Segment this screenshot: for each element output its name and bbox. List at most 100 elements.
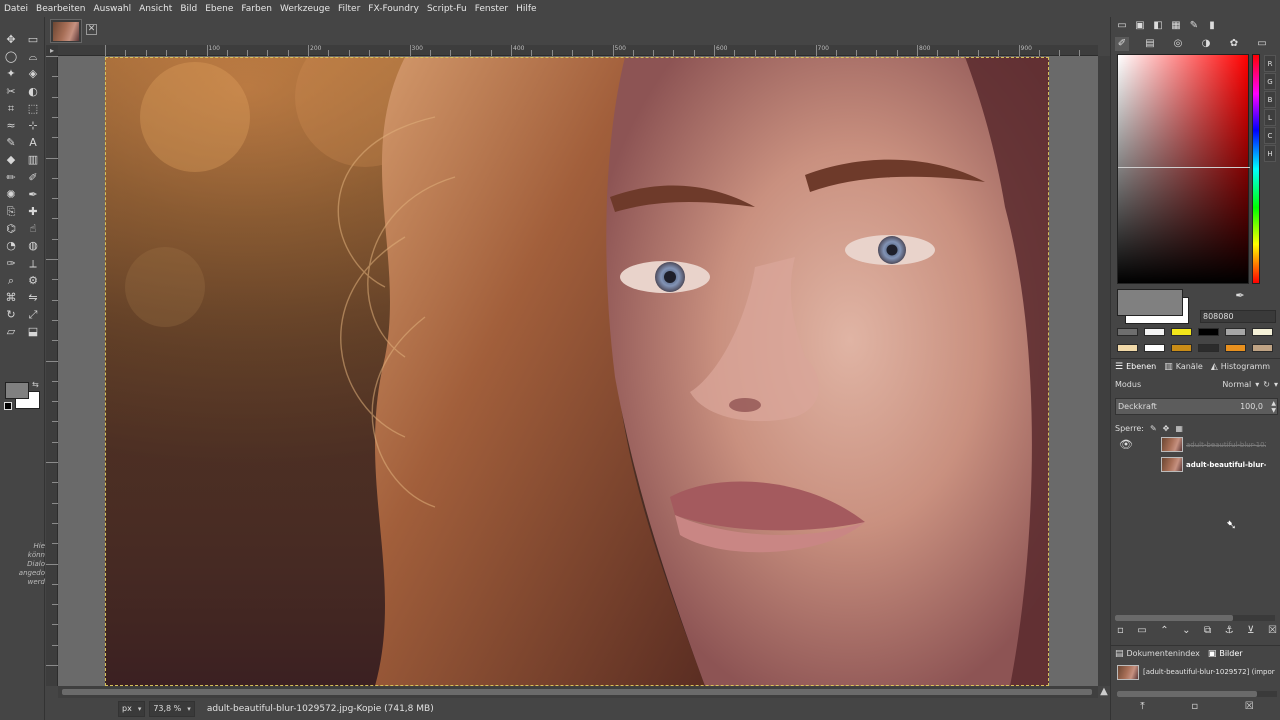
image-tab[interactable] (50, 19, 82, 43)
hex-color-field[interactable]: 808080 (1200, 310, 1276, 323)
menu-8[interactable]: Filter (334, 4, 364, 14)
anchor-layer-icon[interactable]: ⚓ (1225, 625, 1234, 639)
menu-2[interactable]: Auswahl (89, 4, 135, 14)
paths-tool-icon[interactable]: ✎ (4, 136, 18, 150)
hue-slider[interactable] (1252, 54, 1260, 284)
menu-7[interactable]: Werkzeuge (276, 4, 334, 14)
image-canvas[interactable] (105, 57, 1049, 686)
undo-history-icon[interactable]: ◧ (1151, 19, 1165, 33)
paintbrush-tool-icon[interactable]: ✏ (4, 171, 18, 185)
layers-scrollbar[interactable] (1115, 615, 1275, 621)
channel-r-button[interactable]: R (1264, 55, 1276, 72)
opacity-slider[interactable]: Deckkraft 100,0 ▲ ▼ (1115, 398, 1278, 415)
bucket-fill-tool-icon[interactable]: ◆ (4, 153, 18, 167)
spin-arrows-icon[interactable]: ▲ ▼ (1271, 400, 1276, 414)
color-picker-tool-icon[interactable]: ✑ (4, 257, 18, 271)
channel-b-button[interactable]: B (1264, 91, 1276, 108)
channel-h-button[interactable]: H (1264, 145, 1276, 162)
menu-4[interactable]: Bild (176, 4, 201, 14)
lock-alpha-icon[interactable]: ▦ (1175, 424, 1183, 433)
airbrush-tool-icon[interactable]: ✺ (4, 188, 18, 202)
menu-10[interactable]: Script-Fu (423, 4, 471, 14)
gradient-icon[interactable]: ▮ (1205, 19, 1219, 33)
color-area[interactable] (1117, 54, 1250, 284)
new-layer-group-icon[interactable]: ▭ (1137, 625, 1146, 639)
visibility-eye-icon[interactable]: 👁 (1115, 438, 1137, 451)
palette-swatch[interactable] (1225, 344, 1246, 352)
lock-pixels-icon[interactable]: ✎ (1150, 424, 1157, 433)
palette-swatch[interactable] (1198, 328, 1219, 336)
color-scales-tab-icon[interactable]: ▭ (1255, 37, 1269, 51)
foreground-select-tool-icon[interactable]: ◐ (26, 85, 40, 99)
layer-row[interactable]: adult-beautiful-blur-1029572 (1115, 455, 1278, 474)
swap-colors-icon[interactable]: ⇆ (32, 380, 39, 389)
flip-tool-icon[interactable]: ⇋ (26, 291, 40, 305)
clone-tool-icon[interactable]: ⎘ (4, 205, 18, 219)
palette-swatch[interactable] (1198, 344, 1219, 352)
zoom-select[interactable]: 73,8 % ▾ (149, 701, 195, 717)
delete-image-icon[interactable]: ☒ (1245, 701, 1254, 715)
crop-tool-icon[interactable]: ⌗ (4, 102, 18, 116)
layers-scroll-thumb[interactable] (1115, 615, 1233, 621)
palette-swatch[interactable] (1117, 328, 1138, 336)
menu-12[interactable]: Hilfe (512, 4, 540, 14)
select-by-color-tool-icon[interactable]: ◈ (26, 67, 40, 81)
tab-document-index[interactable]: ▤ Dokumentenindex (1111, 649, 1204, 659)
image-list-item[interactable]: [adult-beautiful-blur-1029572] (importi (1117, 664, 1277, 680)
align-tool-icon[interactable]: ▭ (26, 33, 40, 47)
navigate-icon[interactable]: ▲ (1098, 686, 1110, 698)
lock-position-icon[interactable]: ✥ (1163, 424, 1170, 433)
pattern-icon[interactable]: ▦ (1169, 19, 1183, 33)
unit-select[interactable]: px ▾ (118, 701, 146, 717)
duplicate-layer-icon[interactable]: ⧉ (1204, 625, 1211, 639)
images-scroll-thumb[interactable] (1117, 691, 1257, 697)
tab-channels[interactable]: ▥ Kanäle (1160, 362, 1207, 372)
unified-transform-tool-icon[interactable]: ⬚ (26, 102, 40, 116)
menu-1[interactable]: Bearbeiten (32, 4, 89, 14)
channel-l-button[interactable]: L (1264, 109, 1276, 126)
raise-image-icon[interactable]: ⤒ (1140, 701, 1144, 715)
gradient-tool-icon[interactable]: ▥ (26, 153, 40, 167)
perspective-tool-icon[interactable]: ⬓ (26, 325, 40, 339)
palette-swatch[interactable] (1252, 328, 1273, 336)
layer-name[interactable]: adult-beautiful-blur-1029572 (1186, 441, 1266, 449)
rotate-tool-icon[interactable]: ↻ (4, 308, 18, 322)
new-layer-icon[interactable]: ▫ (1117, 625, 1124, 639)
smudge-tool-icon[interactable]: ☝ (26, 222, 40, 236)
delete-layer-icon[interactable]: ☒ (1268, 625, 1277, 639)
scissors-tool-icon[interactable]: ✂ (4, 85, 18, 99)
color-wheel-tab-icon[interactable]: ◎ (1171, 37, 1185, 51)
menu-11[interactable]: Fenster (471, 4, 512, 14)
foreground-color-preview[interactable] (1117, 289, 1183, 316)
menu-0[interactable]: Datei (0, 4, 32, 14)
cage-tool-icon[interactable]: ⌘ (4, 291, 18, 305)
images-scrollbar[interactable] (1117, 691, 1277, 697)
eyedropper-icon[interactable]: ✒ (1229, 289, 1251, 303)
horizontal-scrollbar[interactable] (58, 686, 1098, 698)
vertical-ruler[interactable] (46, 56, 58, 686)
palette-swatch[interactable] (1144, 344, 1165, 352)
warp-tool-icon[interactable]: ≈ (4, 119, 18, 133)
horizontal-scroll-thumb[interactable] (62, 689, 1092, 695)
ink-tool-icon[interactable]: ✒ (26, 188, 40, 202)
device-status-icon[interactable]: ▣ (1133, 19, 1147, 33)
palette-swatch[interactable] (1144, 328, 1165, 336)
foreground-color-swatch[interactable] (5, 382, 29, 399)
zoom-tool-icon[interactable]: ⌕ (4, 274, 18, 288)
close-tab-icon[interactable]: ✕ (86, 24, 97, 35)
gegl-tool-icon[interactable]: ⚙ (26, 274, 40, 288)
free-select-tool-icon[interactable]: ⌓ (26, 50, 40, 64)
menu-9[interactable]: FX-Foundry (364, 4, 423, 14)
color-cmyk-tab-icon[interactable]: ▤ (1143, 37, 1157, 51)
layer-row[interactable]: 👁 adult-beautiful-blur-1029572 (1115, 435, 1278, 454)
blur-tool-icon[interactable]: ◍ (26, 239, 40, 253)
pencil-tool-icon[interactable]: ✐ (26, 171, 40, 185)
fg-bg-color-swatches[interactable]: ⇆ (4, 380, 42, 411)
reset-mode-icon[interactable]: ↻ (1263, 380, 1270, 389)
tab-histogram[interactable]: ◭ Histogramm (1207, 362, 1274, 372)
tool-options-icon[interactable]: ▭ (1115, 19, 1129, 33)
palette-swatch[interactable] (1225, 328, 1246, 336)
heal-tool-icon[interactable]: ✚ (26, 205, 40, 219)
palette-swatch[interactable] (1252, 344, 1273, 352)
layer-name[interactable]: adult-beautiful-blur-1029572 (1186, 461, 1266, 469)
